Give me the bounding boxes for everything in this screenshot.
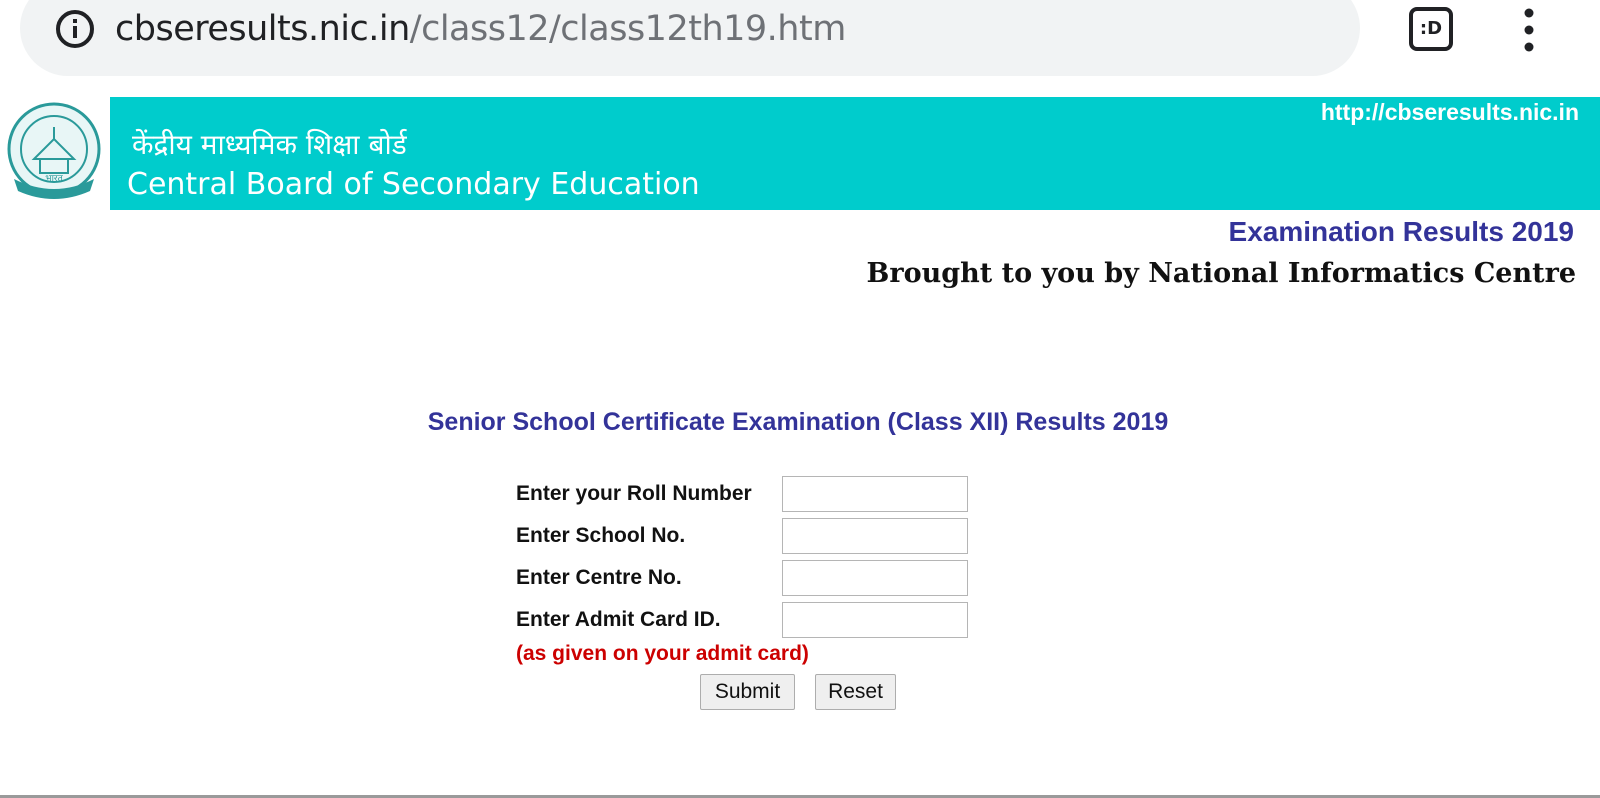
submit-button[interactable]: Submit — [700, 674, 795, 710]
english-title: Central Board of Secondary Education — [127, 167, 700, 202]
logo-text: भारत — [45, 174, 63, 184]
browser-chrome: cbseresults.nic.in/class12/class12th19.h… — [0, 0, 1600, 96]
exam-results-heading: Examination Results 2019 — [1228, 216, 1574, 247]
info-icon[interactable] — [54, 8, 96, 50]
admit-card-input[interactable] — [782, 602, 968, 638]
url-domain: cbseresults.nic.in — [115, 9, 410, 49]
header-banner: http://cbseresults.nic.in केंद्रीय माध्य… — [110, 97, 1600, 210]
school-no-input[interactable] — [782, 518, 968, 554]
more-vert-icon[interactable] — [1519, 8, 1539, 52]
admit-card-label: Enter Admit Card ID. — [516, 608, 721, 631]
school-no-label: Enter School No. — [516, 524, 686, 547]
admit-card-note: (as given on your admit card) — [516, 642, 809, 665]
roll-number-label: Enter your Roll Number — [516, 482, 752, 505]
site-header: भारत http://cbseresults.nic.in केंद्रीय … — [0, 97, 1600, 210]
site-url-link[interactable]: http://cbseresults.nic.in — [1321, 99, 1579, 126]
address-url[interactable]: cbseresults.nic.in/class12/class12th19.h… — [115, 8, 846, 50]
brought-by-text: Brought to you by National Informatics C… — [866, 258, 1576, 289]
tab-switcher-icon[interactable]: :D — [1409, 7, 1453, 51]
hindi-title: केंद्रीय माध्यमिक शिक्षा बोर्ड — [132, 128, 407, 161]
url-path: /class12/class12th19.htm — [409, 9, 847, 49]
form-title: Senior School Certificate Examination (C… — [0, 408, 1600, 437]
roll-number-input[interactable] — [782, 476, 968, 512]
reset-button[interactable]: Reset — [815, 674, 896, 710]
cbse-logo-icon: भारत — [7, 102, 101, 199]
form-title-text: Senior School Certificate Examination (C… — [427, 408, 1169, 436]
centre-no-input[interactable] — [782, 560, 968, 596]
centre-no-label: Enter Centre No. — [516, 566, 682, 589]
